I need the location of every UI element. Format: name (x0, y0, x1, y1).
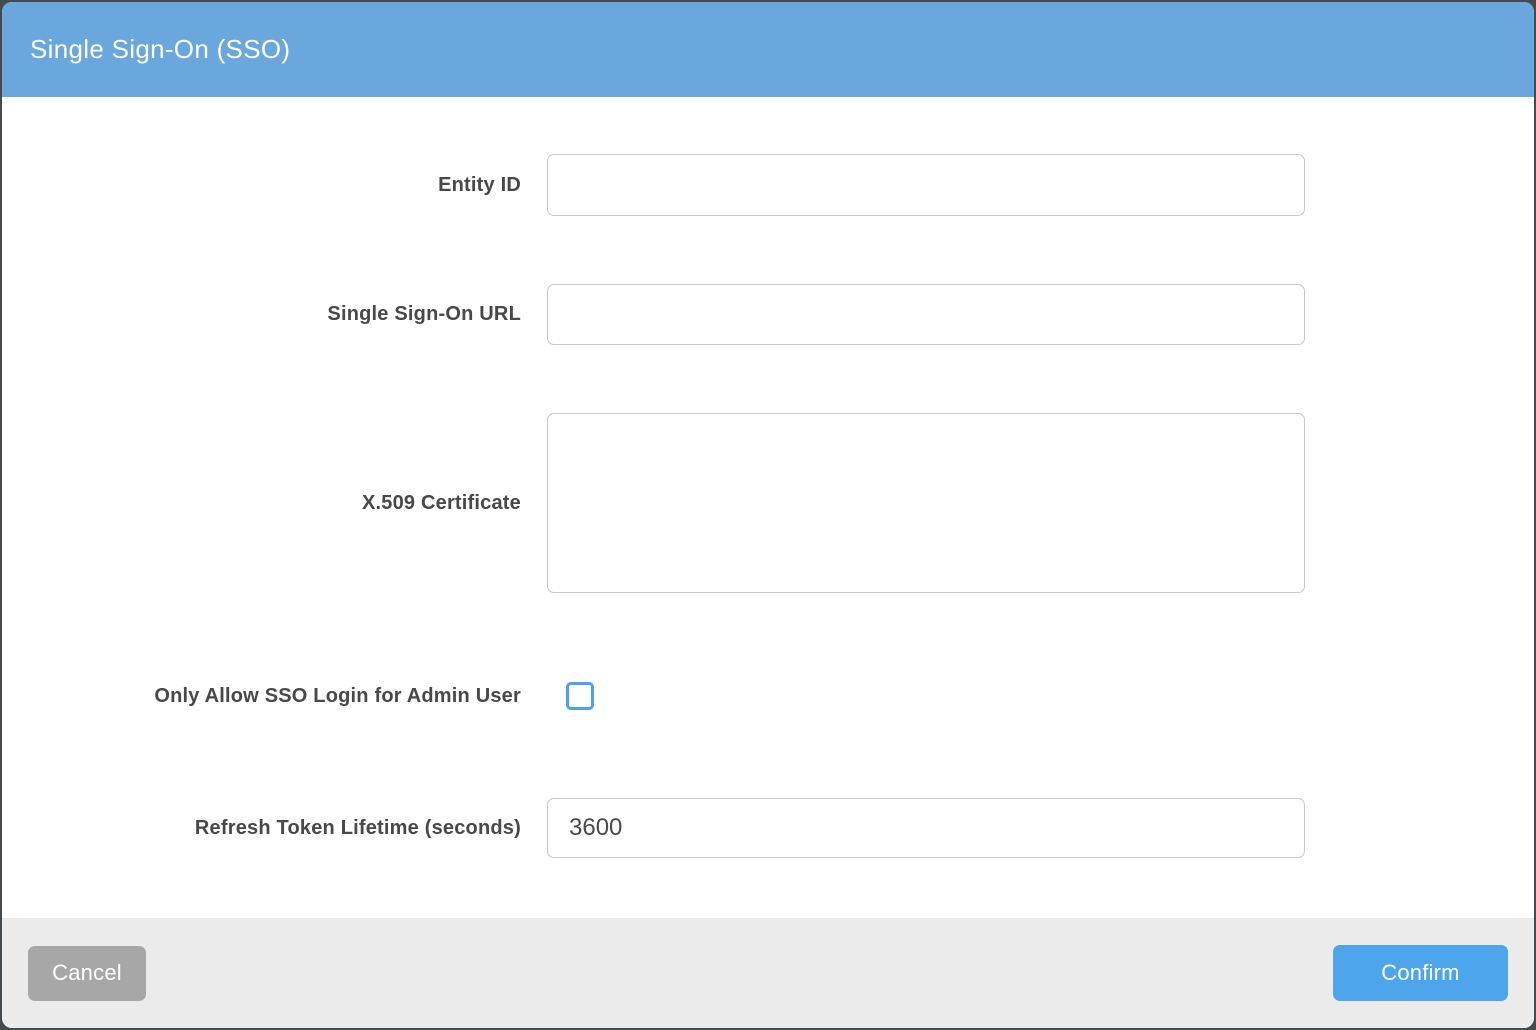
dialog-header: Single Sign-On (SSO) (2, 2, 1534, 97)
dialog-footer: Cancel Confirm (2, 918, 1534, 1028)
dialog-title: Single Sign-On (SSO) (30, 34, 290, 65)
refresh-token-lifetime-input[interactable] (547, 798, 1305, 858)
sso-dialog: Single Sign-On (SSO) Entity ID Single Si… (2, 2, 1534, 1028)
only-admin-sso-label: Only Allow SSO Login for Admin User (2, 685, 521, 708)
entity-id-row: Entity ID (2, 154, 1534, 216)
x509-certificate-textarea[interactable] (547, 413, 1305, 593)
entity-id-input[interactable] (547, 154, 1305, 216)
only-admin-sso-checkbox[interactable] (566, 682, 594, 710)
sso-url-label: Single Sign-On URL (2, 303, 521, 326)
refresh-token-lifetime-row: Refresh Token Lifetime (seconds) (2, 798, 1534, 858)
sso-url-row: Single Sign-On URL (2, 284, 1534, 345)
x509-certificate-row: X.509 Certificate (2, 413, 1534, 593)
confirm-button[interactable]: Confirm (1333, 945, 1508, 1001)
dialog-body: Entity ID Single Sign-On URL X.509 Certi… (2, 97, 1534, 918)
refresh-token-lifetime-label: Refresh Token Lifetime (seconds) (2, 817, 521, 840)
entity-id-label: Entity ID (2, 174, 521, 197)
cancel-button[interactable]: Cancel (28, 946, 146, 1001)
x509-certificate-label: X.509 Certificate (2, 492, 521, 515)
sso-url-input[interactable] (547, 284, 1305, 345)
only-admin-sso-row: Only Allow SSO Login for Admin User (2, 682, 1534, 710)
